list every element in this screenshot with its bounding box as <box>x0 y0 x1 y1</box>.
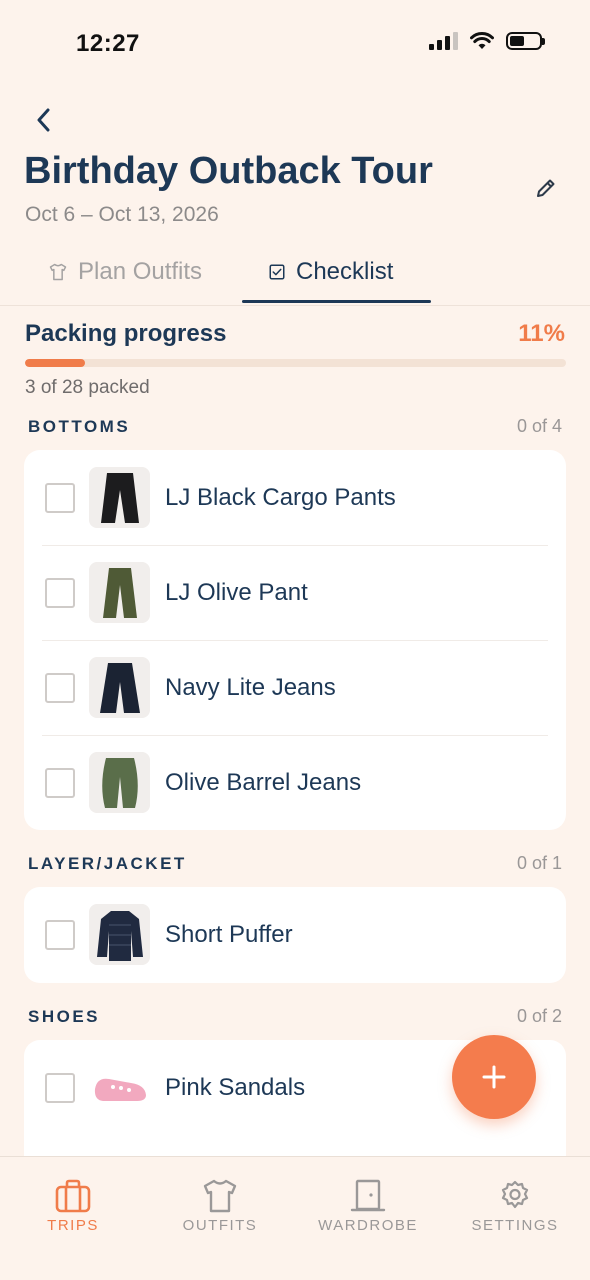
battery-icon <box>506 32 545 50</box>
tab-bar: Plan Outfits Checklist <box>0 240 590 306</box>
bottom-nav: TRIPS OUTFITS WARDROBE SETTINGS <box>0 1156 590 1280</box>
suitcase-icon <box>55 1179 91 1213</box>
plus-icon <box>482 1065 506 1089</box>
section-header-shoes: SHOES 0 of 2 <box>28 1006 562 1027</box>
nav-outfits[interactable]: OUTFITS <box>150 1179 290 1234</box>
checklist-item[interactable]: Short Puffer <box>24 887 566 982</box>
packing-progress-label: Packing progress <box>25 320 227 347</box>
gear-icon <box>501 1180 529 1209</box>
nav-trips-label: TRIPS <box>47 1217 99 1234</box>
item-checkbox[interactable] <box>45 919 75 950</box>
item-thumbnail <box>89 562 150 623</box>
checklist-item[interactable]: LJ Olive Pant <box>24 545 566 640</box>
tab-plan-outfits[interactable]: Plan Outfits <box>48 240 202 304</box>
packing-progress-percent: 11% <box>518 320 565 347</box>
wardrobe-icon <box>350 1179 386 1212</box>
trip-dates: Oct 6 – Oct 13, 2026 <box>25 203 219 226</box>
section-header-layer-jacket: LAYER/JACKET 0 of 1 <box>28 853 562 874</box>
nav-settings[interactable]: SETTINGS <box>445 1179 585 1234</box>
item-name: Short Puffer <box>165 920 293 948</box>
section-header-bottoms: BOTTOMS 0 of 4 <box>28 416 562 437</box>
nav-settings-label: SETTINGS <box>471 1217 559 1234</box>
section-count: 0 of 4 <box>516 416 562 436</box>
checklist-item[interactable]: Navy Lite Jeans <box>24 640 566 735</box>
checklist-item[interactable]: LJ Black Cargo Pants <box>24 450 566 545</box>
item-checkbox[interactable] <box>45 672 75 703</box>
tab-checklist[interactable]: Checklist <box>268 240 393 304</box>
packing-progress-bar <box>25 359 566 367</box>
chevron-left-icon <box>37 108 50 132</box>
shirt-icon <box>49 263 67 281</box>
page-title: Birthday Outback Tour <box>24 150 433 192</box>
bottoms-card: LJ Black Cargo Pants LJ Olive Pant Navy … <box>24 450 566 830</box>
item-thumbnail <box>89 467 150 528</box>
item-thumbnail <box>89 752 150 813</box>
nav-outfits-label: OUTFITS <box>182 1217 258 1234</box>
item-name: Olive Barrel Jeans <box>165 768 362 796</box>
item-name: Navy Lite Jeans <box>165 673 336 701</box>
back-button[interactable] <box>26 102 62 138</box>
status-bar: 12:27 <box>0 0 590 90</box>
nav-wardrobe-label: WARDROBE <box>318 1217 418 1234</box>
wifi-icon <box>470 32 494 49</box>
tab-checklist-label: Checklist <box>296 258 394 285</box>
nav-wardrobe[interactable]: WARDROBE <box>298 1179 438 1234</box>
cellular-signal-icon <box>429 32 458 50</box>
pencil-icon <box>537 179 555 197</box>
section-title: SHOES <box>28 1006 101 1026</box>
active-tab-indicator <box>242 300 431 303</box>
status-time: 12:27 <box>76 30 140 57</box>
item-thumbnail <box>89 657 150 718</box>
item-checkbox[interactable] <box>45 767 75 798</box>
section-title: BOTTOMS <box>28 416 131 436</box>
item-thumbnail <box>89 904 150 965</box>
checkbox-icon <box>269 264 285 280</box>
checklist-item[interactable]: Olive Barrel Jeans <box>24 735 566 830</box>
packing-progress-fill <box>25 359 85 367</box>
edit-trip-button[interactable] <box>530 172 562 204</box>
item-name: LJ Black Cargo Pants <box>165 483 396 511</box>
shirt-icon <box>203 1179 237 1213</box>
nav-trips[interactable]: TRIPS <box>3 1179 143 1234</box>
item-name: Pink Sandals <box>165 1073 306 1101</box>
section-title: LAYER/JACKET <box>28 853 187 873</box>
item-thumbnail <box>89 1057 150 1118</box>
item-name: LJ Olive Pant <box>165 578 308 606</box>
status-icons <box>429 32 545 50</box>
item-checkbox[interactable] <box>45 1072 75 1103</box>
item-checkbox[interactable] <box>45 577 75 608</box>
tab-plan-outfits-label: Plan Outfits <box>78 258 203 285</box>
section-count: 0 of 2 <box>516 1006 562 1026</box>
layer-jacket-card: Short Puffer <box>24 887 566 983</box>
add-item-button[interactable] <box>452 1035 536 1119</box>
packed-count: 3 of 28 packed <box>25 377 150 398</box>
item-checkbox[interactable] <box>45 482 75 513</box>
section-count: 0 of 1 <box>516 853 562 873</box>
